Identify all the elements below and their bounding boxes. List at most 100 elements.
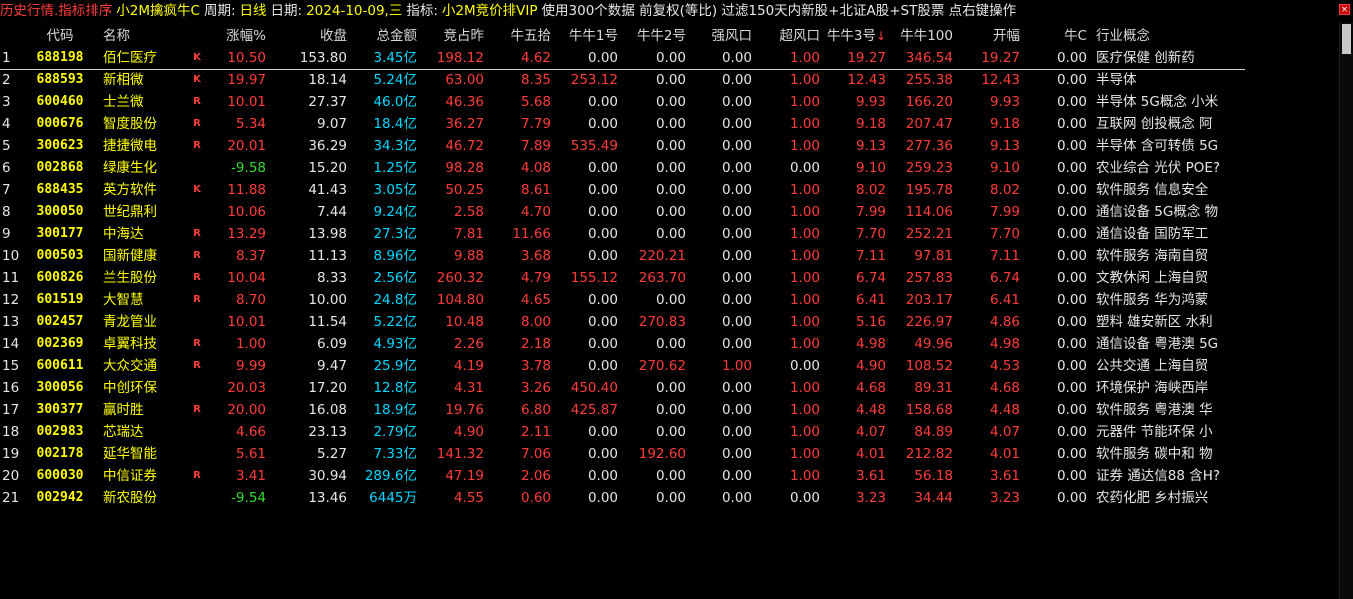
column-header-change-pct[interactable]: 涨幅% (206, 25, 266, 47)
period-value[interactable]: 日线 (240, 3, 267, 19)
table-row[interactable]: 6 002868 绿康生化 -9.58 15.20 1.25亿 98.28 4.08 0.00 0… (0, 157, 1340, 179)
niu100-value: 255.38 (905, 72, 953, 88)
table-row[interactable]: 11 600826 兰生股份 R 10.04 8.33 2.56亿 260.32 4.79 155… (0, 267, 1340, 289)
close-price: 10.00 (308, 292, 347, 308)
auction-ratio: 104.80 (436, 292, 484, 308)
column-header-open-pct[interactable]: 开幅 (958, 25, 1020, 47)
change-pct: 20.01 (227, 138, 266, 154)
super-wind-value: 1.00 (789, 270, 820, 286)
column-header-total-amount[interactable]: 总金额 (352, 25, 418, 47)
auction-ratio: 50.25 (445, 182, 484, 198)
table-row[interactable]: 7 688435 英方软件 K 11.88 41.43 3.05亿 50.25 8.61 0.00… (0, 179, 1340, 201)
niu2-value: 270.62 (638, 358, 686, 374)
row-index: 21 (2, 490, 20, 506)
niuc-value: 0.00 (1056, 50, 1087, 66)
column-header-strong-wind[interactable]: 强风口 (690, 25, 753, 47)
open-pct: 7.11 (989, 248, 1020, 264)
close-button[interactable]: × (1339, 4, 1350, 15)
table-row[interactable]: 16 300056 中创环保 20.03 17.20 12.8亿 4.31 3.26 450.4… (0, 377, 1340, 399)
table-row[interactable]: 12 601519 大智慧 R 8.70 10.00 24.8亿 104.80 4.65 0.00… (0, 289, 1340, 311)
column-header-code[interactable]: 代码 (30, 25, 90, 47)
niu3-value: 7.11 (855, 248, 886, 264)
table-row[interactable]: 13 002457 青龙管业 10.01 11.54 5.22亿 10.48 8.00 0.00… (0, 311, 1340, 333)
industry-concept: 证券 通达信88 含H? (1096, 468, 1221, 484)
niuc-value: 0.00 (1056, 160, 1087, 176)
table-row[interactable]: 10 000503 国新健康 R 8.37 11.13 8.96亿 9.88 3.68 0.00 2… (0, 245, 1340, 267)
indicator-value[interactable]: 小2M竞价排VIP (442, 3, 538, 19)
table-row[interactable]: 8 300050 世纪鼎利 10.06 7.44 9.24亿 2.58 4.70 0.00 0.0… (0, 201, 1340, 223)
column-header-super-wind[interactable]: 超风口 (760, 25, 821, 47)
row-index: 20 (2, 468, 20, 484)
sort-descending-icon: ↓ (875, 29, 886, 43)
vertical-scrollbar[interactable] (1339, 22, 1353, 599)
table-row[interactable]: 15 600611 大众交通 R 9.99 9.47 25.9亿 4.19 3.78 0.00 27… (0, 355, 1340, 377)
formula-name[interactable]: 小2M擒疯牛C (116, 3, 200, 19)
table-row[interactable]: 19 002178 延华智能 5.61 5.27 7.33亿 141.32 7.06 0.00 1… (0, 443, 1340, 465)
niu2-value: 192.60 (638, 446, 686, 462)
niu50-value: 6.80 (520, 402, 551, 418)
auction-ratio: 46.36 (445, 94, 484, 110)
column-header-close[interactable]: 收盘 (277, 25, 347, 47)
total-amount: 3.05亿 (373, 182, 417, 198)
close-price: 36.29 (308, 138, 347, 154)
niu3-value: 3.23 (855, 490, 886, 506)
stock-name: 赢时胜 (103, 402, 144, 418)
column-header-niuc[interactable]: 牛C (1027, 25, 1087, 47)
table-row[interactable]: 17 300377 赢时胜 R 20.00 16.08 18.9亿 19.76 6.80 425.… (0, 399, 1340, 421)
niu2-value: 0.00 (655, 182, 686, 198)
row-index: 17 (2, 402, 20, 418)
total-amount: 24.8亿 (373, 292, 417, 308)
stock-name: 大众交通 (103, 358, 157, 374)
super-wind-value: 0.00 (789, 490, 820, 506)
niu1-value: 450.40 (570, 380, 618, 396)
column-header-name[interactable]: 名称 (103, 25, 183, 47)
auction-ratio: 198.12 (436, 50, 484, 66)
niu3-value: 4.90 (855, 358, 886, 374)
open-pct: 6.74 (989, 270, 1020, 286)
niu1-value: 0.00 (587, 160, 618, 176)
column-header-niu100[interactable]: 牛牛100 (890, 25, 953, 47)
niuc-value: 0.00 (1056, 226, 1087, 242)
stock-code: 002178 (36, 446, 84, 461)
niu3-value: 7.70 (855, 226, 886, 242)
stock-code: 300377 (36, 402, 84, 417)
niu50-value: 0.60 (520, 490, 551, 506)
table-row[interactable]: 18 002983 芯瑞达 4.66 23.13 2.79亿 4.90 2.11 0.00 0.0… (0, 421, 1340, 443)
niu2-value: 270.83 (638, 314, 686, 330)
niu3-value: 9.18 (855, 116, 886, 132)
column-header-niu3[interactable]: 牛牛3号↓ (824, 25, 886, 47)
column-header-auction-ratio[interactable]: 竞占昨 (420, 25, 485, 47)
strong-wind-value: 0.00 (721, 270, 752, 286)
column-header-niu3-label: 牛牛3号 (826, 28, 876, 44)
niu100-value: 34.44 (914, 490, 953, 506)
strong-wind-value: 0.00 (721, 490, 752, 506)
table-row[interactable]: 9 300177 中海达 R 13.29 13.98 27.3亿 7.81 11.66 0.00 0… (0, 223, 1340, 245)
close-price: 7.44 (316, 204, 347, 220)
column-header-niu50[interactable]: 牛五拾 (490, 25, 552, 47)
table-row[interactable]: 20 600030 中信证券 R 3.41 30.94 289.6亿 47.19 2.06 0.0… (0, 465, 1340, 487)
table-row[interactable]: 14 002369 卓翼科技 R 1.00 6.09 4.93亿 2.26 2.18 0.00 0.… (0, 333, 1340, 355)
open-pct: 4.86 (989, 314, 1020, 330)
date-label: 日期: (270, 3, 303, 19)
open-pct: 8.02 (989, 182, 1020, 198)
table-row[interactable]: 4 000676 智度股份 R 5.34 9.07 18.4亿 36.27 7.79 0.00 0.… (0, 113, 1340, 135)
stock-code: 002868 (36, 160, 84, 175)
niuc-value: 0.00 (1056, 446, 1087, 462)
view-mode-label: 历史行情.指标排序 (0, 3, 113, 19)
selected-row-underline (0, 69, 1245, 70)
stock-name: 卓翼科技 (103, 336, 157, 352)
column-header-niu1[interactable]: 牛牛1号 (555, 25, 618, 47)
column-header-industry[interactable]: 行业概念 (1096, 25, 1256, 47)
table-row[interactable]: 21 002942 新农股份 -9.54 13.46 6445万 4.55 0.60 0.00 0… (0, 487, 1340, 509)
niu2-value: 0.00 (655, 94, 686, 110)
niu1-value: 0.00 (587, 204, 618, 220)
auction-ratio: 4.19 (453, 358, 484, 374)
column-header-niu2[interactable]: 牛牛2号 (622, 25, 686, 47)
table-row[interactable]: 5 300623 捷捷微电 R 20.01 36.29 34.3亿 46.72 7.89 535.… (0, 135, 1340, 157)
table-row[interactable]: 1 688198 佰仁医疗 K 10.50 153.80 3.45亿 198.12 4.62 0.… (0, 47, 1340, 69)
date-value[interactable]: 2024-10-09,三 (306, 3, 402, 19)
scroll-thumb[interactable] (1342, 24, 1351, 54)
change-pct: 19.97 (227, 72, 266, 88)
table-row[interactable]: 2 688593 新相微 K 19.97 18.14 5.24亿 63.00 8.35 253.1… (0, 69, 1340, 91)
table-row[interactable]: 3 600460 士兰微 R 10.01 27.37 46.0亿 46.36 5.68 0.00 0… (0, 91, 1340, 113)
